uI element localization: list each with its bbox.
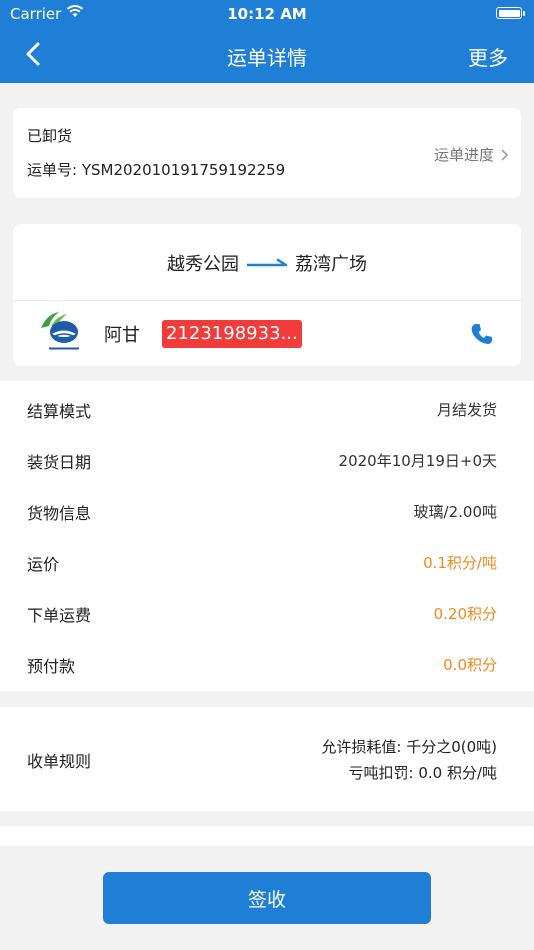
detail-label: 装货日期: [27, 453, 92, 472]
section-spacer: [0, 826, 534, 846]
battery-tip: [523, 11, 525, 16]
order-details: 结算模式 月结发货 装货日期 2020年10月19日+0天 货物信息 玻璃/2.…: [0, 381, 534, 691]
rules-label: 收单规则: [27, 752, 92, 771]
order-progress-label: 运单进度: [433, 146, 494, 164]
detail-value: 月结发货: [436, 401, 497, 419]
divider: [13, 300, 521, 301]
route-card: 越秀公园 荔湾广场 阿甘 2123198933...: [13, 224, 521, 366]
phone-icon[interactable]: [469, 321, 495, 347]
detail-value: 0.20积分: [433, 605, 497, 623]
route-destination: 荔湾广场: [295, 254, 367, 275]
detail-row-prepayment: 预付款 0.0积分: [0, 638, 534, 689]
sign-button[interactable]: 签收: [103, 872, 431, 924]
order-number: 运单号: YSM202010191759192259: [27, 161, 286, 179]
detail-row-order-fee: 下单运费 0.20积分: [0, 587, 534, 638]
status-bar: Carrier 10:12 AM: [0, 0, 534, 28]
loss-allowance: 允许损耗值: 千分之0(0吨): [321, 738, 497, 756]
order-state: 已卸货: [27, 127, 73, 145]
arrow-right-icon: [247, 258, 288, 267]
receipt-rules: 收单规则 允许损耗值: 千分之0(0吨) 亏吨扣罚: 0.0 积分/吨: [0, 707, 534, 811]
order-progress-link[interactable]: 运单进度: [434, 144, 509, 165]
route-line: 越秀公园 荔湾广场: [13, 250, 521, 276]
order-status-card: 已卸货 运单号: YSM202010191759192259 运单进度: [13, 108, 521, 198]
battery-icon: [496, 7, 522, 19]
route-origin: 越秀公园: [167, 254, 239, 275]
driver-phone[interactable]: 2123198933...: [162, 320, 302, 348]
detail-row-load-date: 装货日期 2020年10月19日+0天: [0, 434, 534, 485]
page-title: 运单详情: [227, 46, 307, 70]
detail-value: 0.0积分: [443, 656, 497, 674]
detail-row-cargo: 货物信息 玻璃/2.00吨: [0, 485, 534, 536]
detail-label: 运价: [27, 555, 60, 574]
chevron-right-icon: [501, 148, 509, 161]
detail-label: 预付款: [27, 657, 76, 676]
detail-row-settlement: 结算模式 月结发货: [0, 383, 534, 434]
driver-name: 阿甘: [104, 325, 140, 346]
detail-label: 结算模式: [27, 402, 92, 421]
more-button[interactable]: 更多: [468, 42, 508, 71]
navigation-bar: Carrier 10:12 AM 运单详情 更多: [0, 0, 534, 83]
detail-value: 2020年10月19日+0天: [338, 452, 497, 470]
shortage-penalty: 亏吨扣罚: 0.0 积分/吨: [348, 764, 498, 782]
detail-value: 0.1积分/吨: [423, 554, 497, 572]
detail-label: 货物信息: [27, 504, 92, 523]
clock: 10:12 AM: [227, 5, 307, 23]
company-logo: [41, 312, 79, 353]
detail-value: 玻璃/2.00吨: [413, 503, 497, 521]
detail-row-freight-rate: 运价 0.1积分/吨: [0, 536, 534, 587]
detail-label: 下单运费: [27, 606, 92, 625]
